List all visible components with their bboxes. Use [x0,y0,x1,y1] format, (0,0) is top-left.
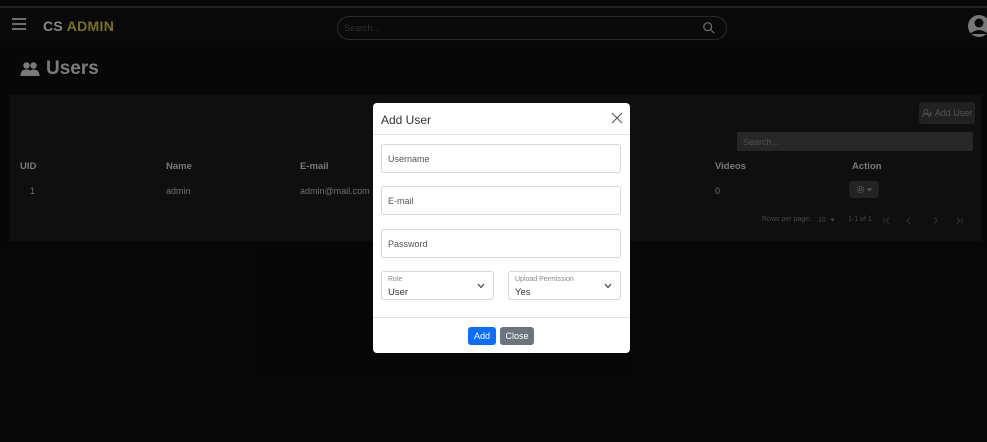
close-button[interactable]: Close [500,327,534,345]
close-icon[interactable] [610,111,624,125]
username-placeholder: Username [388,154,430,164]
username-field[interactable]: Username [381,144,621,173]
role-value: User [388,287,409,298]
chevron-down-icon [477,283,485,289]
email-placeholder: E-mail [388,196,414,206]
upload-permission-value: Yes [515,287,531,298]
upload-permission-select[interactable]: Upload Permission Yes [508,271,621,300]
modal-header: Add User [373,103,630,135]
password-field[interactable]: Password [381,229,621,258]
role-select[interactable]: Role User [381,271,494,300]
add-button[interactable]: Add [468,327,496,345]
add-user-modal: Add User Username E-mail Password Role U… [373,103,630,353]
password-placeholder: Password [388,239,428,249]
email-field[interactable]: E-mail [381,186,621,215]
chevron-down-icon [604,283,612,289]
upload-permission-label: Upload Permission [515,276,574,283]
modal-title: Add User [381,113,432,127]
role-label: Role [388,276,403,283]
modal-footer-divider [373,317,630,318]
